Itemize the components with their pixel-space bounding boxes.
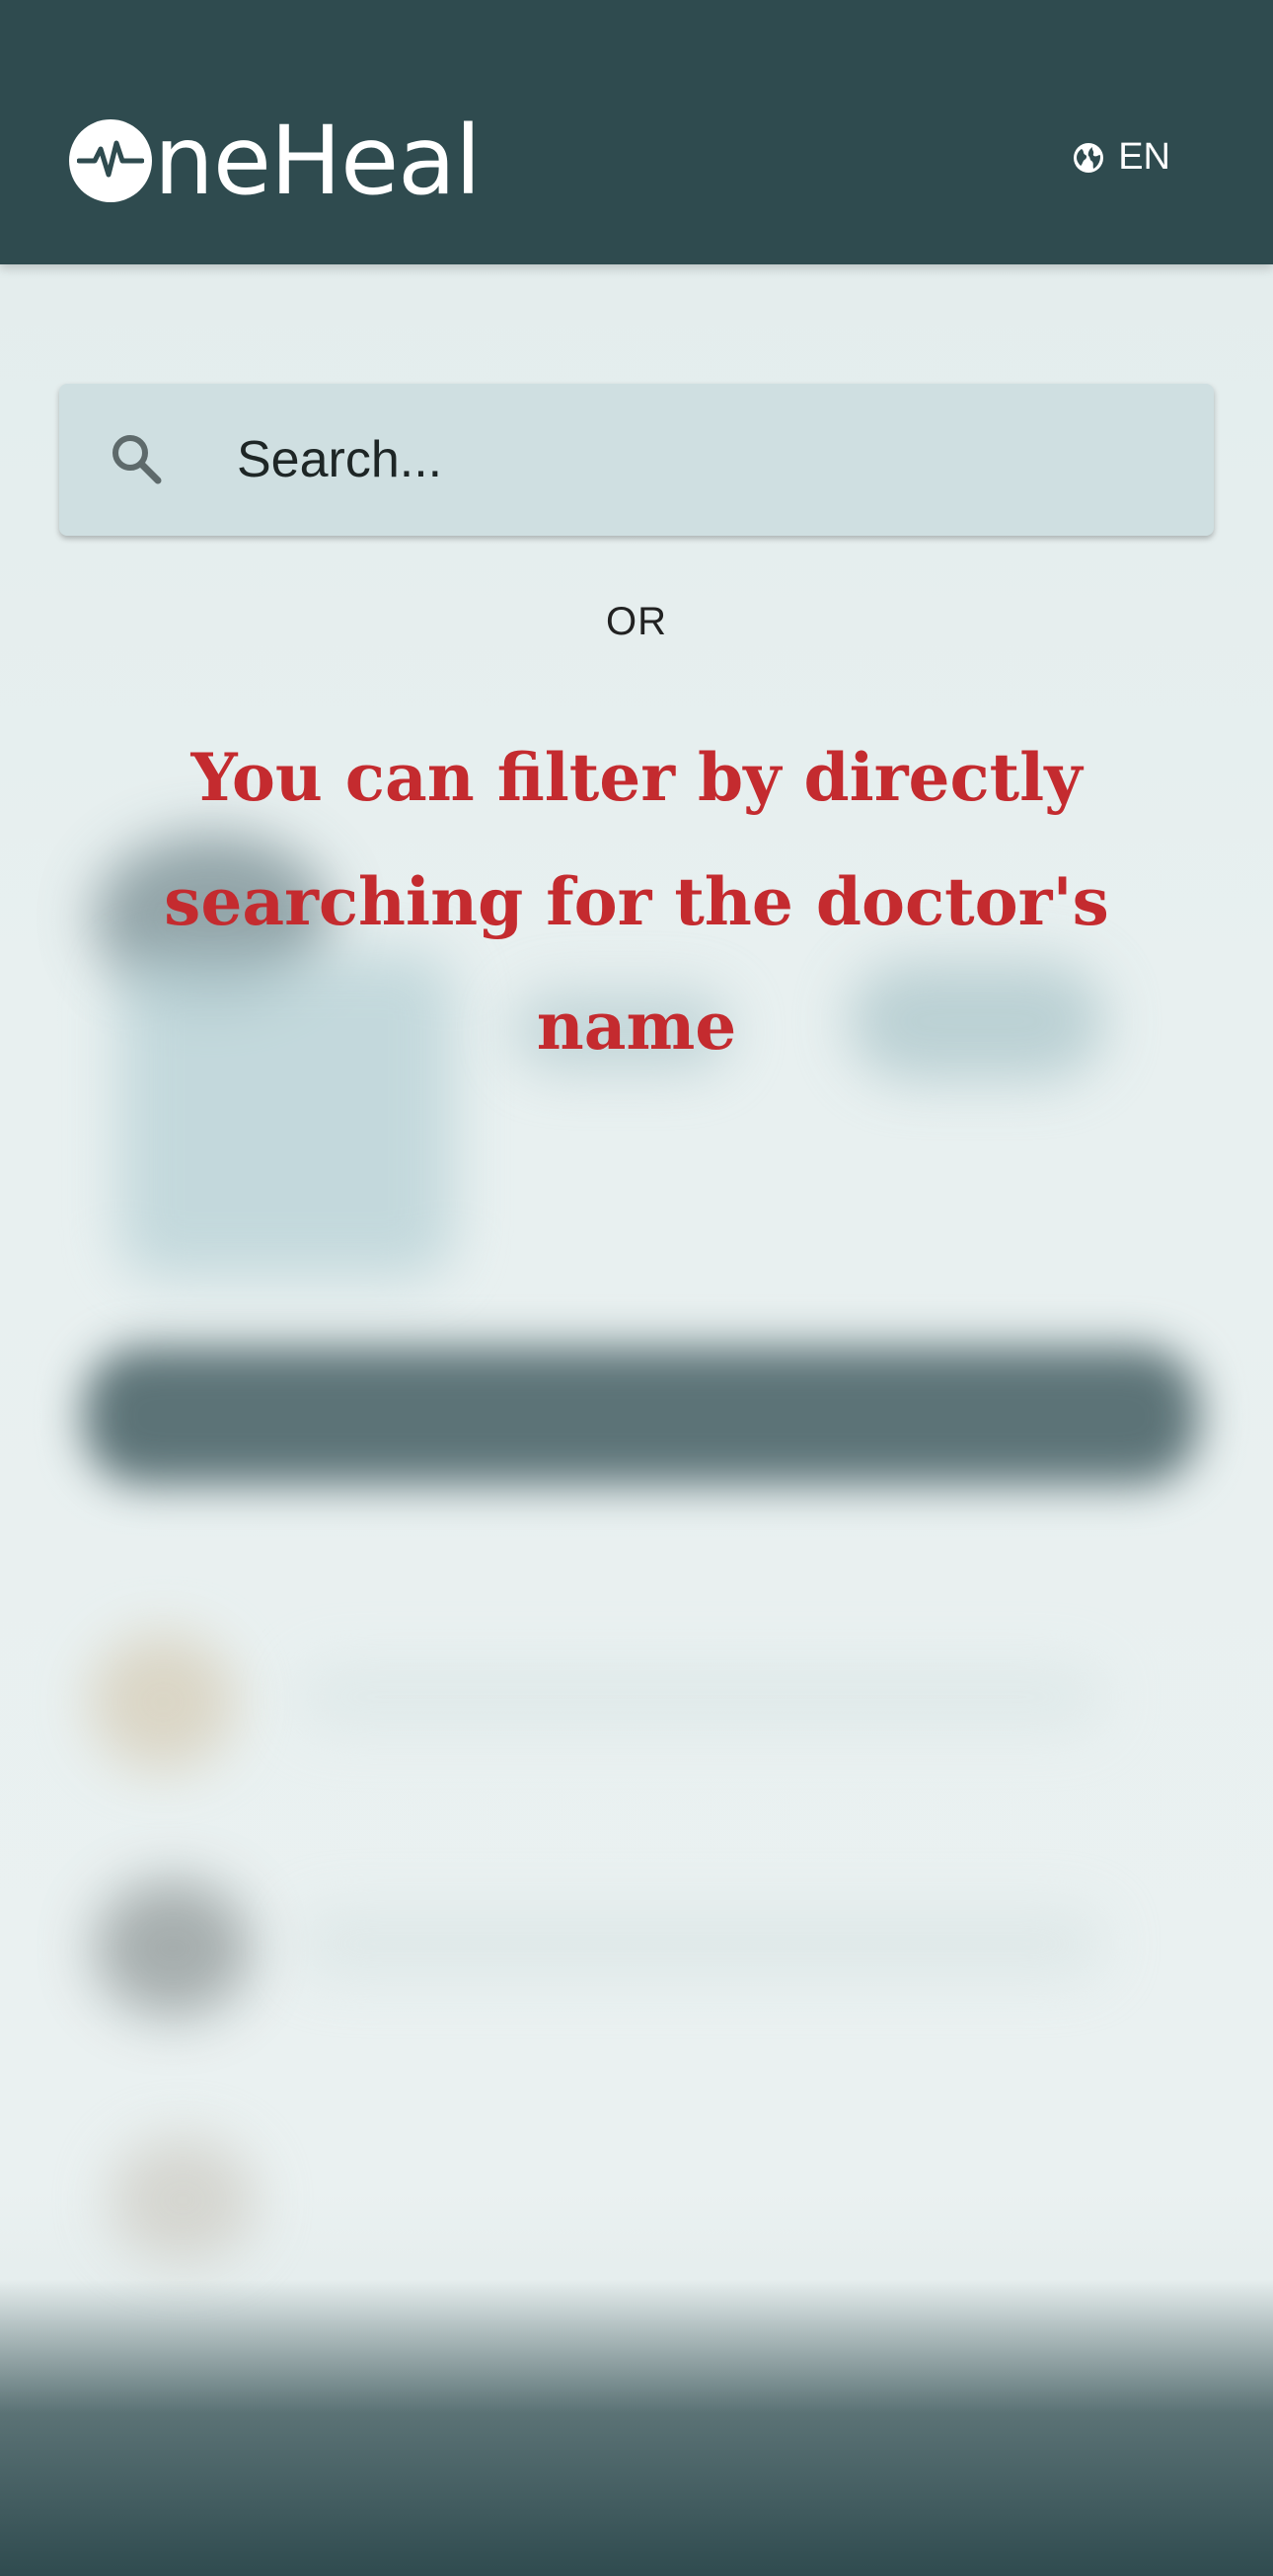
pulse-logo-icon [69,119,152,202]
app-header: neHeal EN [0,0,1273,264]
globe-icon [1074,142,1104,173]
language-label: EN [1118,136,1170,178]
logo-text: neHeal [154,106,482,216]
search-input[interactable] [237,423,1184,496]
blurred-list-text [296,1662,1105,1731]
blurred-list-avatar [109,2136,257,2264]
search-icon [112,435,162,484]
blurred-button [84,1347,1199,1485]
hint-line-1: You can filter by directly [190,739,1083,816]
blurred-list-avatar [94,1879,252,2018]
blurred-list-avatar [89,1633,237,1771]
bottom-overlay [0,2280,1273,2576]
or-divider: OR [606,600,667,643]
tutorial-hint: You can filter by directly searching for… [59,715,1214,1088]
blurred-list-text [296,1909,1105,1978]
hint-line-2: searching for the doctor's name [164,863,1109,1065]
app-logo[interactable]: neHeal [69,113,482,208]
language-selector[interactable]: EN [1073,136,1170,179]
search-bar[interactable] [59,384,1214,536]
